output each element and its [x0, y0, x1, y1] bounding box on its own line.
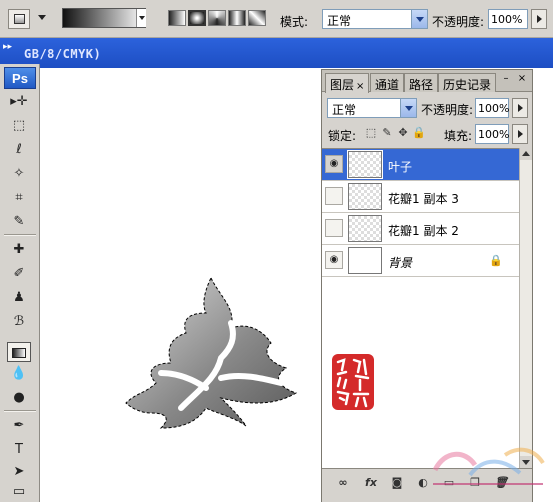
- layer-thumbnail[interactable]: [348, 247, 382, 274]
- collapse-grip-icon[interactable]: ▸▸: [3, 42, 12, 52]
- gradient-picker-dropdown[interactable]: [136, 9, 146, 27]
- tab-channels[interactable]: 通道: [370, 73, 405, 92]
- history-brush-tool-icon[interactable]: ℬ: [7, 312, 31, 332]
- tool-preset-picker[interactable]: [8, 9, 30, 29]
- blend-mode-value: 正常: [332, 103, 357, 117]
- layer-row[interactable]: 花瓣1 副本 2: [322, 213, 519, 245]
- fill-input[interactable]: 100%: [475, 124, 509, 144]
- layer-name: 花瓣1 副本 2: [388, 224, 459, 238]
- options-bar: 模式: 正常 不透明度: 100%: [0, 0, 553, 38]
- ps-logo[interactable]: Ps: [4, 67, 36, 89]
- eye-icon[interactable]: ◉: [325, 251, 343, 269]
- layer-thumbnail[interactable]: [347, 150, 383, 179]
- seal-stamp: [332, 354, 374, 410]
- blur-tool-icon[interactable]: 💧: [7, 364, 31, 384]
- opacity-slider-button[interactable]: [531, 9, 547, 29]
- slice-tool-icon[interactable]: ✎: [7, 212, 31, 232]
- crop-tool-icon[interactable]: ⌗: [7, 188, 31, 208]
- reflected-gradient-button[interactable]: [228, 10, 246, 26]
- mode-select[interactable]: 正常: [322, 9, 428, 29]
- chevron-down-icon[interactable]: [400, 99, 416, 117]
- lock-label: 锁定:: [328, 129, 357, 143]
- shape-tool-icon[interactable]: ▭: [7, 482, 31, 502]
- healing-brush-tool-icon[interactable]: ✚: [7, 240, 31, 260]
- lasso-tool-icon[interactable]: ℓ: [7, 140, 31, 160]
- layer-name: 背景: [388, 256, 413, 270]
- layer-row[interactable]: ◉ 叶子: [322, 149, 519, 181]
- fill-slider-button[interactable]: [512, 124, 528, 144]
- magic-wand-tool-icon[interactable]: ✧: [7, 164, 31, 184]
- clone-stamp-tool-icon[interactable]: ♟: [7, 288, 31, 308]
- tab-paths-label: 路径: [409, 78, 434, 92]
- leaf-artwork: [125, 276, 298, 429]
- path-selection-tool-icon[interactable]: ➤: [7, 462, 31, 482]
- layer-row[interactable]: ◉ 背景 🔒: [322, 245, 519, 277]
- link-icon[interactable]: ∞: [334, 475, 352, 491]
- chevron-down-icon[interactable]: [411, 10, 427, 28]
- blend-mode-select[interactable]: 正常: [327, 98, 417, 118]
- mode-label: 模式:: [280, 15, 309, 29]
- type-tool-icon[interactable]: T: [7, 440, 31, 460]
- mask-icon[interactable]: ◙: [388, 475, 406, 491]
- layer-name: 叶子: [388, 160, 413, 174]
- tab-layers[interactable]: 图层 ×: [325, 73, 370, 93]
- document-canvas[interactable]: [41, 68, 321, 502]
- document-title-bar[interactable]: ▸▸ GB/8/CMYK): [0, 38, 553, 68]
- radial-gradient-button[interactable]: [188, 10, 206, 26]
- mode-value: 正常: [327, 14, 352, 28]
- toolbox-divider: [4, 410, 36, 412]
- gradient-tool-icon: [14, 14, 25, 24]
- gradient-tool-icon[interactable]: [7, 342, 31, 362]
- tab-history[interactable]: 历史记录: [438, 73, 497, 92]
- visibility-toggle[interactable]: [325, 219, 343, 237]
- linear-gradient-button[interactable]: [168, 10, 186, 26]
- minimize-icon[interactable]: –: [500, 73, 512, 85]
- panel-tab-bar: 图层 × 通道 路径 历史记录 – ×: [322, 70, 532, 93]
- layer-thumbnail[interactable]: [348, 215, 382, 242]
- visibility-toggle[interactable]: [325, 187, 343, 205]
- tab-channels-label: 通道: [375, 78, 400, 92]
- eye-icon[interactable]: ◉: [325, 155, 343, 173]
- layer-thumbnail[interactable]: [348, 183, 382, 210]
- angle-gradient-button[interactable]: [208, 10, 226, 26]
- watermark-logo: [432, 447, 545, 485]
- layers-list: ◉ 叶子 花瓣1 副本 3 花瓣1 副本 2 ◉ 背景 🔒: [322, 148, 519, 468]
- lock-position-icon[interactable]: ✥: [396, 126, 410, 140]
- layer-opacity-label: 不透明度:: [421, 103, 474, 117]
- document-title: GB/8/CMYK): [24, 47, 102, 61]
- lock-image-icon[interactable]: ✎: [380, 126, 394, 140]
- close-icon[interactable]: ×: [356, 81, 364, 92]
- toolbox-divider: [4, 234, 36, 236]
- fill-label: 填充:: [444, 129, 473, 143]
- chevron-down-icon[interactable]: [38, 15, 46, 20]
- layer-opacity-input[interactable]: 100%: [475, 98, 509, 118]
- gradient-editor-swatch[interactable]: [62, 8, 146, 28]
- layers-scrollbar[interactable]: [519, 148, 532, 468]
- opacity-input[interactable]: 100%: [488, 9, 528, 29]
- opacity-label: 不透明度:: [432, 15, 485, 29]
- close-icon[interactable]: ×: [516, 73, 528, 85]
- tab-history-label: 历史记录: [443, 78, 492, 92]
- move-tool-icon[interactable]: ▸✛: [7, 92, 31, 112]
- lock-transparency-icon[interactable]: ⬚: [364, 126, 378, 140]
- lock-icon: 🔒: [489, 254, 503, 267]
- marquee-tool-icon[interactable]: ⬚: [7, 116, 31, 136]
- toolbox: Ps ▸✛ ⬚ ℓ ✧ ⌗ ✎ ✚ ✐ ♟ ℬ ▱ 💧 ● ✒ T ➤ ▭: [0, 64, 40, 502]
- leaf-shape: [125, 276, 298, 429]
- tab-paths[interactable]: 路径: [404, 73, 439, 92]
- diamond-gradient-button[interactable]: [248, 10, 266, 26]
- pen-tool-icon[interactable]: ✒: [7, 416, 31, 436]
- dodge-tool-icon[interactable]: ●: [7, 388, 31, 408]
- scroll-up-button[interactable]: [520, 148, 532, 160]
- layer-opacity-slider-button[interactable]: [512, 98, 528, 118]
- brush-tool-icon[interactable]: ✐: [7, 264, 31, 284]
- lock-all-icon[interactable]: 🔒: [412, 126, 426, 140]
- layer-row[interactable]: 花瓣1 副本 3: [322, 181, 519, 213]
- layer-name: 花瓣1 副本 3: [388, 192, 459, 206]
- tab-layers-label: 图层: [330, 78, 355, 92]
- fx-icon[interactable]: fx: [362, 475, 380, 491]
